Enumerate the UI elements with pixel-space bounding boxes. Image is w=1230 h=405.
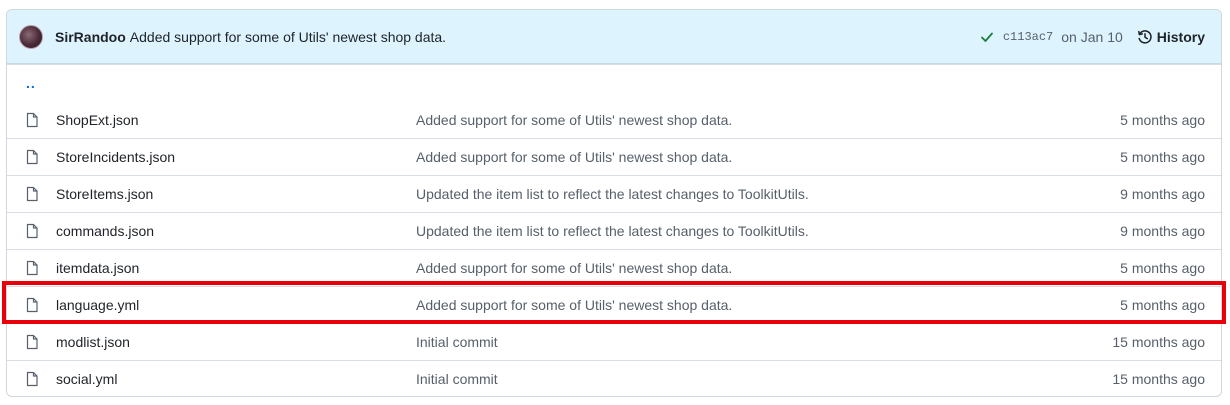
- parent-directory-link[interactable]: ..: [24, 75, 36, 91]
- history-icon: [1137, 29, 1153, 45]
- file-browser: SirRandoo Added support for some of Util…: [6, 9, 1222, 397]
- history-button[interactable]: History: [1137, 29, 1205, 45]
- file-row[interactable]: modlist.json Initial commit 15 months ag…: [7, 323, 1221, 360]
- latest-commit-bar: SirRandoo Added support for some of Util…: [7, 10, 1221, 64]
- file-icon: [24, 371, 40, 387]
- file-commit-message-link[interactable]: Added support for some of Utils' newest …: [416, 112, 1120, 128]
- file-commit-age: 5 months ago: [1120, 111, 1205, 128]
- file-icon: [24, 334, 40, 350]
- commit-date: on Jan 10: [1061, 28, 1123, 45]
- file-name-link[interactable]: StoreItems.json: [56, 186, 416, 202]
- file-row[interactable]: ShopExt.json Added support for some of U…: [7, 101, 1221, 138]
- author-avatar[interactable]: [19, 24, 43, 49]
- file-icon: [24, 297, 40, 313]
- file-icon: [24, 223, 40, 239]
- file-row[interactable]: StoreItems.json Updated the item list to…: [7, 175, 1221, 212]
- commit-message[interactable]: Added support for some of Utils' newest …: [130, 29, 446, 45]
- file-row[interactable]: StoreIncidents.json Added support for so…: [7, 138, 1221, 175]
- file-commit-age: 9 months ago: [1120, 223, 1205, 239]
- file-commit-message-link[interactable]: Updated the item list to reflect the lat…: [416, 223, 1120, 239]
- history-label: History: [1156, 28, 1205, 45]
- file-name-link[interactable]: StoreIncidents.json: [56, 149, 416, 165]
- file-commit-age: 15 months ago: [1112, 334, 1205, 350]
- file-name-link[interactable]: commands.json: [56, 223, 416, 239]
- file-name-link[interactable]: social.yml: [56, 371, 416, 387]
- file-commit-age: 5 months ago: [1120, 149, 1205, 165]
- file-commit-message-link[interactable]: Updated the item list to reflect the lat…: [416, 186, 1120, 202]
- file-commit-age: 15 months ago: [1112, 371, 1205, 387]
- file-icon: [24, 260, 40, 276]
- file-icon: [24, 149, 40, 165]
- commit-author[interactable]: SirRandoo: [55, 29, 126, 45]
- file-name-link[interactable]: itemdata.json: [56, 260, 416, 276]
- file-commit-message-link[interactable]: Added support for some of Utils' newest …: [416, 260, 1120, 276]
- file-commit-message-link[interactable]: Initial commit: [416, 371, 1112, 387]
- file-icon: [24, 186, 40, 202]
- file-commit-age: 5 months ago: [1120, 260, 1205, 276]
- check-icon[interactable]: [979, 29, 995, 45]
- file-commit-age: 5 months ago: [1120, 297, 1205, 313]
- file-commit-message-link[interactable]: Initial commit: [416, 334, 1112, 350]
- file-row[interactable]: commands.json Updated the item list to r…: [7, 212, 1221, 249]
- parent-directory-row[interactable]: ..: [7, 64, 1221, 101]
- file-commit-message-link[interactable]: Added support for some of Utils' newest …: [416, 297, 1120, 313]
- file-commit-age: 9 months ago: [1120, 186, 1205, 202]
- commit-sha-link[interactable]: c113ac7: [1003, 30, 1053, 44]
- file-row[interactable]: social.yml Initial commit 15 months ago: [7, 360, 1221, 396]
- file-commit-message-link[interactable]: Added support for some of Utils' newest …: [416, 149, 1120, 165]
- file-name-link[interactable]: language.yml: [56, 297, 416, 313]
- file-icon: [24, 112, 40, 128]
- file-name-link[interactable]: modlist.json: [56, 334, 416, 350]
- file-row[interactable]: language.yml Added support for some of U…: [7, 286, 1221, 323]
- file-row[interactable]: itemdata.json Added support for some of …: [7, 249, 1221, 286]
- file-name-link[interactable]: ShopExt.json: [56, 112, 416, 128]
